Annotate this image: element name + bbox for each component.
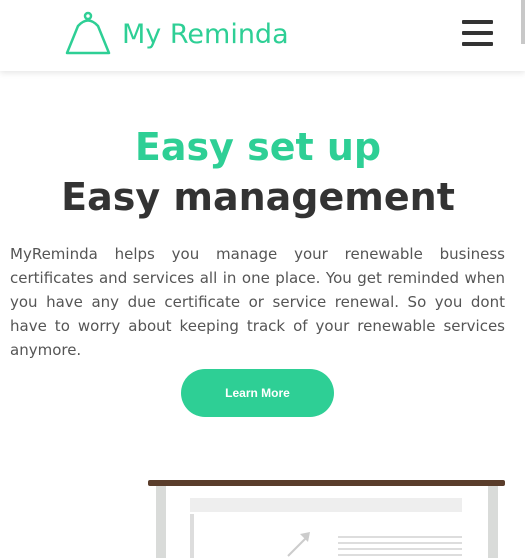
menu-bar [462,42,493,46]
bell-icon [65,11,111,55]
illustration-text-line [338,554,462,556]
top-navbar: My Reminda [0,0,525,71]
illustration-left-post [156,486,166,558]
hero-description: MyReminda helps you manage your renewabl… [10,245,505,359]
brand-name: My Reminda [122,18,289,50]
illustration-board [166,486,488,558]
illustration-header-bar [190,498,462,512]
illustration-axis [190,514,194,558]
illustration-text-line [338,548,462,550]
illustration-text-line [338,542,462,544]
brand-logo-link[interactable]: My Reminda [64,10,289,58]
dashboard-illustration [148,480,505,558]
menu-bar [462,31,493,35]
illustration-text-line [338,536,462,538]
hero-title-line1: Easy set up [134,125,382,169]
illustration-right-post [488,486,498,558]
illustration-frame-top [148,480,505,486]
hamburger-menu-icon[interactable] [462,20,493,47]
page-scrollbar[interactable] [521,0,525,44]
hero-title-line2: Easy management [61,175,455,219]
learn-more-button[interactable]: Learn More [181,369,334,417]
menu-bar [462,20,493,24]
